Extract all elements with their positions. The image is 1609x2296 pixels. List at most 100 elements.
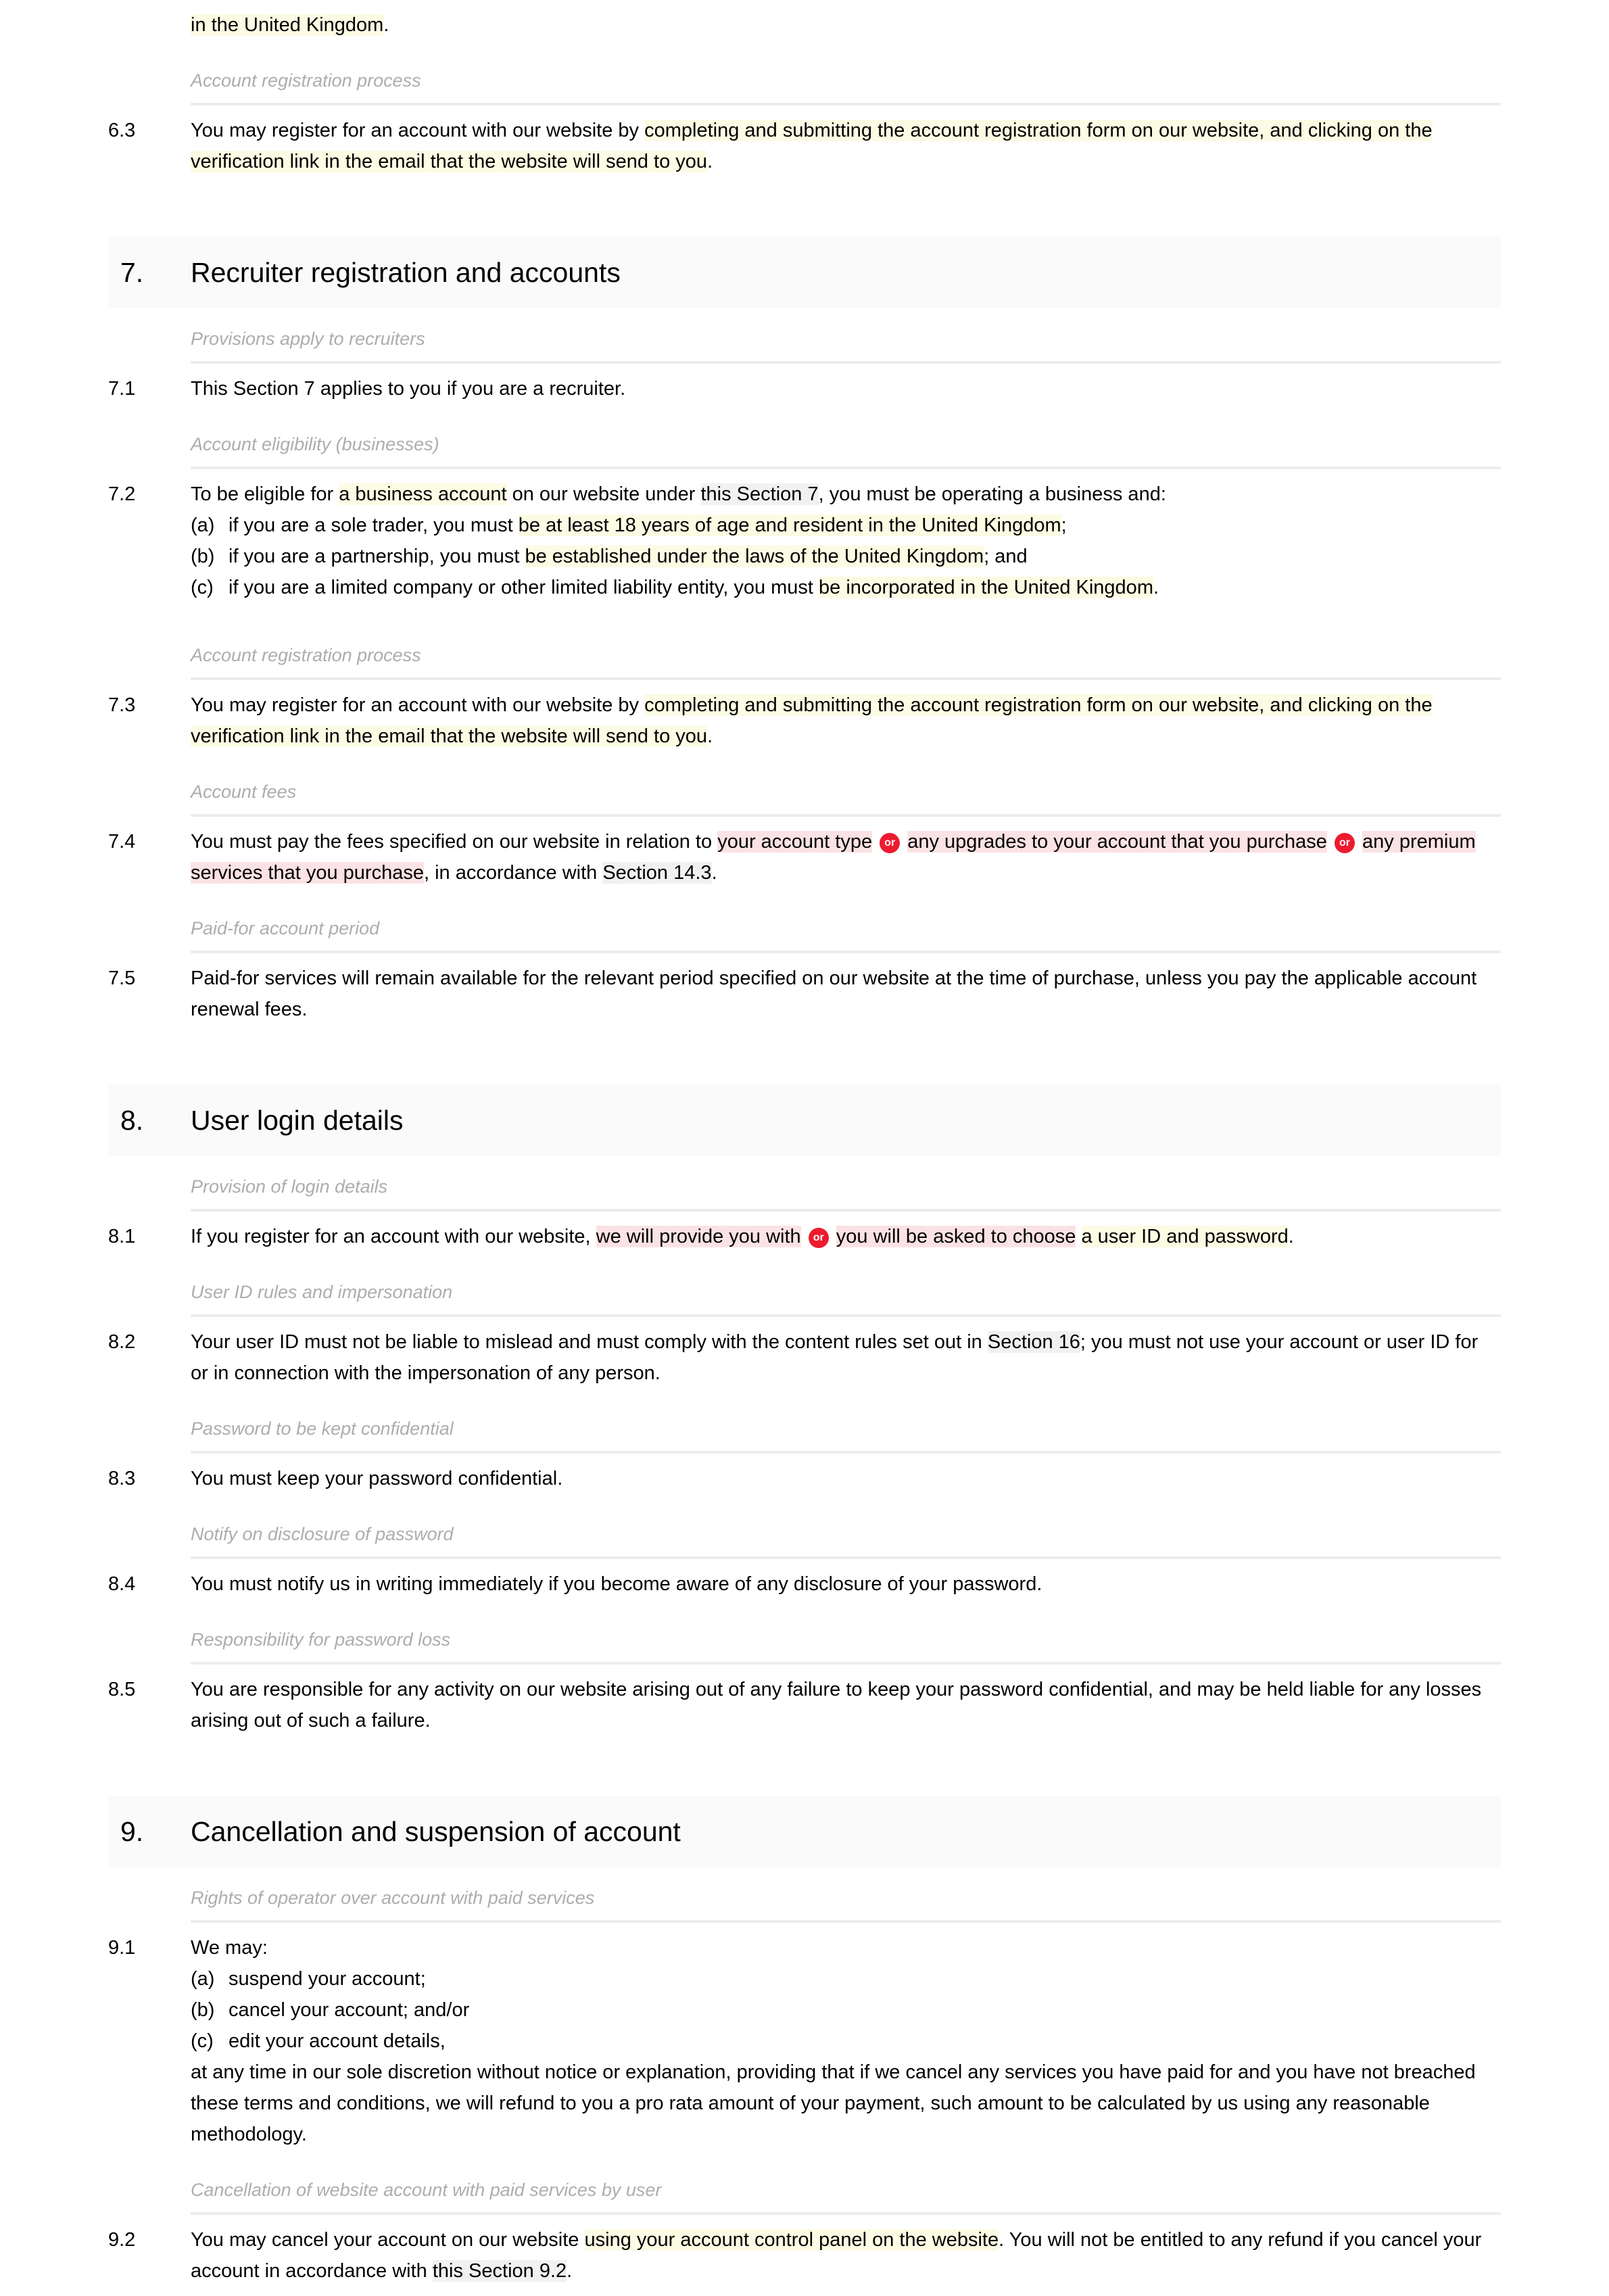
clause-text-lead: If you register for an account with our … — [191, 1226, 596, 1247]
section-heading-7: 7. Recruiter registration and accounts — [108, 237, 1501, 308]
section-number: 7. — [120, 257, 144, 288]
note-cancellation-by-user: Cancellation of website account with pai… — [108, 2159, 1501, 2215]
clause-text-tail: . — [567, 2260, 573, 2282]
document-page: in the United Kingdom. Account registrat… — [0, 0, 1609, 2296]
or-badge-icon[interactable]: or — [808, 1228, 829, 1248]
list-item-text: if you are a partnership, you must be es… — [229, 541, 1501, 572]
clause-continuation: in the United Kingdom. — [108, 0, 1501, 50]
clause-number: 7.4 — [108, 831, 136, 853]
note-label: Notify on disclosure of password — [191, 1524, 454, 1544]
clause-7-5: 7.5 Paid-for services will remain availa… — [108, 953, 1501, 1034]
clause-number: 7.3 — [108, 694, 136, 716]
clause-number: 8.3 — [108, 1468, 136, 1489]
highlight-text: a business account — [339, 483, 507, 505]
note-password-to-be-kept-confidential: Password to be kept confidential — [108, 1398, 1501, 1454]
clause-8-4: 8.4 You must notify us in writing immedi… — [108, 1559, 1501, 1609]
highlight-text: be established under the laws of the Uni… — [525, 546, 984, 567]
clause-text-lead: You must pay the fees specified on our w… — [191, 831, 718, 853]
section-title: User login details — [191, 1105, 404, 1136]
clause-paragraph: This Section 7 applies to you if you are… — [191, 378, 626, 400]
note-provision-of-login-details: Provision of login details — [108, 1156, 1501, 1212]
clause-text: You may register for an account with our… — [191, 115, 1501, 177]
note-label: Paid-for account period — [191, 918, 380, 938]
or-badge-icon[interactable]: or — [1334, 833, 1355, 853]
clause-number: 8.2 — [108, 1331, 136, 1353]
clause-number: 8.1 — [108, 1226, 136, 1247]
cross-reference[interactable]: Section 16 — [987, 1331, 1080, 1353]
clause-number: 9.1 — [108, 1937, 136, 1959]
clause-text: You must notify us in writing immediatel… — [191, 1569, 1501, 1600]
clause-text-tail: . — [383, 14, 389, 36]
clause-7-1: 7.1 This Section 7 applies to you if you… — [108, 364, 1501, 414]
note-label: Account fees — [191, 782, 297, 802]
list-item-plain: if you are a limited company or other li… — [229, 577, 819, 598]
clause-text: You are responsible for any activity on … — [191, 1674, 1501, 1736]
list-item: (a) if you are a sole trader, you must b… — [191, 510, 1501, 541]
note-account-eligibility-businesses: Account eligibility (businesses) — [108, 414, 1501, 469]
clause-7-2: 7.2 To be eligible for a business accoun… — [108, 469, 1501, 613]
note-user-id-rules-and-impersonation: User ID rules and impersonation — [108, 1262, 1501, 1317]
list-item-letter: (c) — [191, 2030, 214, 2052]
clause-paragraph: We may: — [191, 1937, 268, 1959]
clause-text: Your user ID must not be liable to misle… — [191, 1326, 1501, 1389]
clause-text: You must pay the fees specified on our w… — [191, 826, 1501, 888]
list-item: (b) if you are a partnership, you must b… — [191, 541, 1501, 572]
clause-text: in the United Kingdom. — [191, 9, 1501, 41]
alternative-option-text: your account type — [717, 831, 873, 853]
note-paid-for-account-period: Paid-for account period — [108, 898, 1501, 953]
clause-6-3: 6.3 You may register for an account with… — [108, 105, 1501, 187]
or-badge-icon[interactable]: or — [880, 833, 900, 853]
clause-8-2: 8.2 Your user ID must not be liable to m… — [108, 1317, 1501, 1398]
note-provisions-apply-to-recruiters: Provisions apply to recruiters — [108, 308, 1501, 364]
list-item-text: if you are a limited company or other li… — [229, 572, 1501, 603]
cross-reference[interactable]: Section 14.3 — [602, 862, 712, 884]
note-label: Cancellation of website account with pai… — [191, 2180, 662, 2200]
clause-8-5: 8.5 You are responsible for any activity… — [108, 1665, 1501, 1746]
alternative-option-text: you will be asked to choose — [836, 1226, 1076, 1247]
section-title: Cancellation and suspension of account — [191, 1816, 681, 1847]
list-item-tail: ; — [1061, 515, 1067, 536]
clause-paragraph-tail: at any time in our sole discretion witho… — [191, 2061, 1476, 2145]
list-item-text: suspend your account; — [229, 1968, 426, 1990]
note-account-fees: Account fees — [108, 761, 1501, 817]
clause-paragraph: You must keep your password confidential… — [191, 1468, 563, 1489]
list-item: (c) if you are a limited company or othe… — [191, 572, 1501, 603]
section-number: 9. — [120, 1816, 144, 1847]
section-title: Recruiter registration and accounts — [191, 257, 621, 288]
highlight-text: be at least 18 years of age and resident… — [518, 515, 1061, 536]
alternative-option-text: any upgrades to your account that you pu… — [907, 831, 1327, 853]
highlight-text: a user ID and password — [1081, 1226, 1289, 1247]
list-item-plain: if you are a sole trader, you must — [229, 515, 519, 536]
list-item-text: edit your account details, — [229, 2030, 446, 2052]
document-body: in the United Kingdom. Account registrat… — [0, 0, 1609, 2296]
list-item-letter: (a) — [191, 1968, 215, 1990]
list-item-letter: (a) — [191, 515, 215, 536]
clause-text-lead: You may register for an account with our… — [191, 694, 645, 716]
list-item: (b) cancel your account; and/or — [191, 1994, 1501, 2026]
clause-text-tail: . — [707, 151, 713, 172]
note-account-registration-process-1: Account registration process — [108, 50, 1501, 105]
alternative-option-text: we will provide you with — [596, 1226, 801, 1247]
clause-text-lead: To be eligible for — [191, 483, 339, 505]
cross-reference[interactable]: this Section 9.2 — [432, 2260, 567, 2282]
list-item-text: if you are a sole trader, you must be at… — [229, 510, 1501, 541]
clause-8-3: 8.3 You must keep your password confiden… — [108, 1454, 1501, 1504]
clause-number: 9.2 — [108, 2229, 136, 2251]
clause-number: 6.3 — [108, 120, 136, 141]
note-label: Provisions apply to recruiters — [191, 329, 425, 349]
note-label: Account eligibility (businesses) — [191, 434, 439, 454]
clause-text-lead: You may cancel your account on our websi… — [191, 2229, 585, 2251]
note-label: Responsibility for password loss — [191, 1629, 451, 1650]
clause-8-1: 8.1 If you register for an account with … — [108, 1212, 1501, 1262]
list-item-tail: ; and — [984, 546, 1028, 567]
clause-text-tail: , you must be operating a business and: — [818, 483, 1166, 505]
clause-text-mid: on our website under — [506, 483, 701, 505]
clause-paragraph: You are responsible for any activity on … — [191, 1679, 1482, 1731]
clause-text: You must keep your password confidential… — [191, 1463, 1501, 1494]
note-notify-on-disclosure-of-password: Notify on disclosure of password — [108, 1504, 1501, 1559]
cross-reference[interactable]: this Section 7 — [700, 483, 819, 505]
clause-text: You may register for an account with our… — [191, 690, 1501, 752]
list-item-plain: if you are a partnership, you must — [229, 546, 525, 567]
clause-text: We may: (a) suspend your account; (b) ca… — [191, 1932, 1501, 2150]
highlight-text: in the United Kingdom — [191, 14, 384, 36]
